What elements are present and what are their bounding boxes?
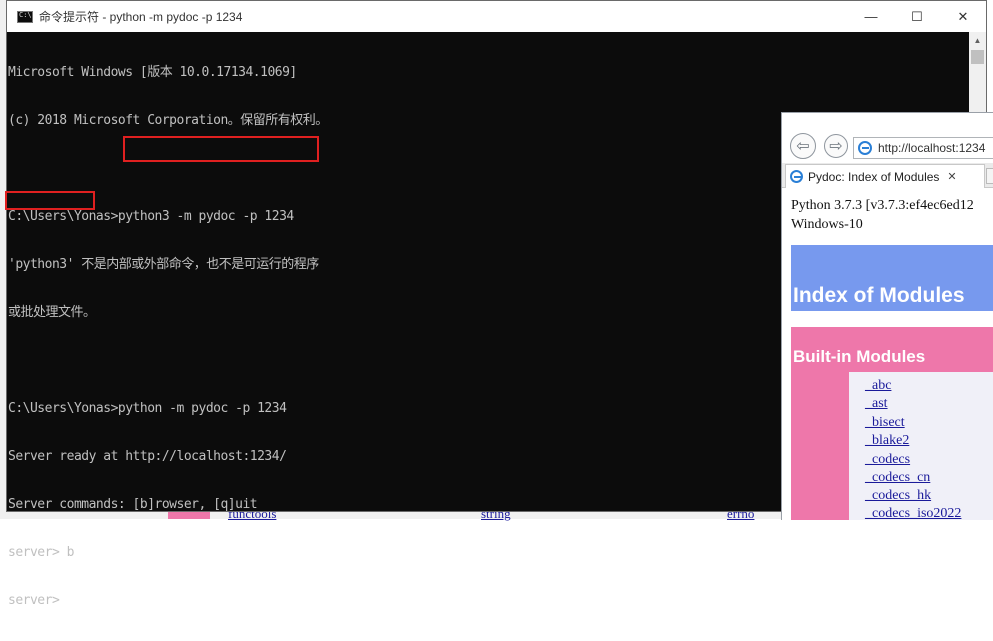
- builtin-modules-section: Built-in Modules _abc _ast _bisect _blak…: [791, 327, 993, 520]
- minimize-button[interactable]: —: [848, 1, 894, 32]
- address-url[interactable]: http://localhost:1234: [878, 141, 985, 155]
- console-line: Microsoft Windows [版本 10.0.17134.1069]: [8, 65, 297, 80]
- browser-command-highlight-box: [5, 191, 95, 210]
- builtin-module-list: _abc _ast _bisect _blake2 _codecs _codec…: [849, 372, 993, 520]
- address-bar[interactable]: http://localhost:1234: [853, 137, 993, 159]
- maximize-button[interactable]: ☐: [894, 1, 940, 32]
- page-title: Index of Modules: [793, 284, 965, 307]
- console-title: 命令提示符 - python -m pydoc -p 1234: [39, 10, 243, 24]
- platform-line: Windows-10: [791, 217, 863, 232]
- ie-logo-icon: [858, 141, 872, 155]
- pydoc-browser-window[interactable]: ⇦ ⇨ http://localhost:1234 Pydoc: Index o…: [781, 112, 993, 520]
- pydoc-page: Python 3.7.3 [v3.7.3:ef4ec6ed12 Windows-…: [782, 188, 993, 520]
- tab-title[interactable]: Pydoc: Index of Modules: [808, 170, 939, 184]
- new-tab-button[interactable]: [986, 168, 993, 184]
- back-arrow-icon[interactable]: ⇦: [790, 133, 816, 159]
- section-title: Built-in Modules: [793, 347, 926, 366]
- console-app-icon[interactable]: [17, 10, 33, 23]
- close-button[interactable]: ✕: [940, 1, 986, 32]
- module-link[interactable]: _codecs_cn: [865, 470, 930, 486]
- python-version-text: Python 3.7.3 [v3.7.3:ef4ec6ed12 Windows-…: [791, 196, 974, 234]
- scroll-thumb[interactable]: [971, 50, 984, 64]
- index-heading-banner: Index of Modules: [791, 245, 993, 311]
- browser-tab-strip: Pydoc: Index of Modules ✕: [782, 163, 993, 188]
- module-link[interactable]: _codecs_hk: [865, 488, 931, 504]
- forward-arrow-icon[interactable]: ⇨: [824, 134, 848, 158]
- console-line: server>: [8, 593, 60, 608]
- tab-ie-icon: [790, 170, 803, 183]
- module-link[interactable]: _abc: [865, 378, 891, 394]
- scroll-up-arrow-icon[interactable]: ▲: [969, 32, 986, 49]
- version-line: Python 3.7.3 [v3.7.3:ef4ec6ed12: [791, 198, 974, 213]
- command-highlight-box: [123, 136, 319, 162]
- tab-close-icon[interactable]: ✕: [947, 170, 956, 183]
- console-line: server> b: [8, 545, 74, 560]
- tab-pydoc-index[interactable]: Pydoc: Index of Modules ✕: [785, 164, 985, 188]
- module-link[interactable]: _ast: [865, 396, 888, 412]
- module-link[interactable]: _blake2: [865, 433, 909, 449]
- browser-nav-bar: ⇦ ⇨ http://localhost:1234: [782, 113, 993, 163]
- module-link[interactable]: _codecs_iso2022: [865, 506, 961, 520]
- module-link[interactable]: _codecs: [865, 452, 910, 468]
- module-link[interactable]: _bisect: [865, 415, 905, 431]
- console-titlebar[interactable]: 命令提示符 - python -m pydoc -p 1234 — ☐ ✕: [7, 1, 986, 32]
